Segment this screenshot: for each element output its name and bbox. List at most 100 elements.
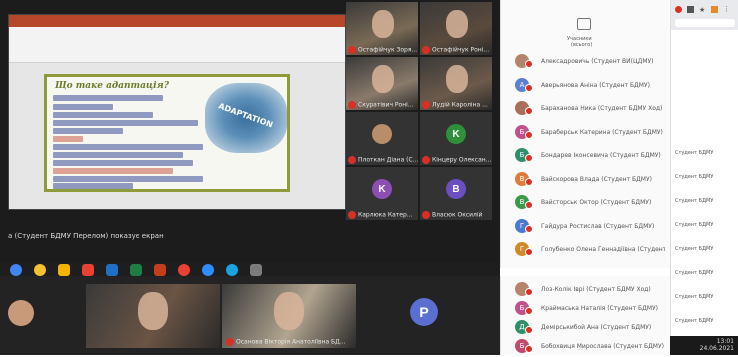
slide-text-line — [53, 183, 133, 189]
muted-mic-icon — [525, 248, 533, 256]
participant-name: Вайскорова Влада (Студент БДМУ) — [541, 175, 652, 183]
slide-text-line — [53, 160, 193, 166]
tab-icon[interactable] — [687, 6, 694, 13]
browser-list-item[interactable]: Студент БДМУ — [675, 150, 737, 156]
chrome-icon[interactable] — [10, 264, 22, 276]
participant-avatar: B — [446, 179, 466, 199]
participant-name: Бараберськ Катерина (Студент БДМУ) — [541, 128, 663, 136]
participant-row[interactable]: Лоз-Колік Іврі (Студент БДМУ Ход) — [505, 280, 667, 300]
participant-tile[interactable]: Плоткан Діана (С... — [346, 112, 418, 165]
participant-label: Власюк Оксилій — [422, 211, 492, 219]
browser-list-item[interactable]: Студент БДМУ — [675, 198, 737, 204]
slide-text-line — [53, 136, 83, 142]
participant-row[interactable]: В Вайскорова Влада (Студент БДМУ) — [505, 170, 667, 190]
participant-row[interactable]: Бараханова Ника (Студент БДМУ Ход) — [505, 99, 667, 119]
excel-icon[interactable] — [130, 264, 142, 276]
extension-icon[interactable] — [711, 6, 718, 13]
participant-label: Плоткан Діана (С... — [348, 156, 418, 164]
participant-row[interactable]: Б Бобохвиця Мирослава (Студент БДМУ) — [505, 337, 667, 357]
participant-row[interactable]: Д Демірськибой Ана (Студент БДМУ) — [505, 318, 667, 338]
muted-mic-icon — [525, 130, 533, 139]
menu-icon[interactable]: ⋮ — [723, 5, 730, 13]
muted-mic-icon — [348, 101, 356, 109]
participants-subheader: (всього) — [571, 42, 593, 48]
word-icon[interactable] — [106, 264, 118, 276]
system-clock: 13:01 24.06.2021 — [670, 336, 738, 355]
participant-row[interactable]: Б Бараберськ Катерина (Студент БДМУ) — [505, 123, 667, 143]
participant-row[interactable]: ГГолубенко Олена Геннадіївна (Студент БД… — [505, 240, 667, 260]
folder-icon[interactable] — [58, 264, 70, 276]
participant-name: Скуратівич Роні... — [358, 101, 414, 109]
participant-row[interactable]: Б Краймаська Наталія (Студент БДМУ) — [505, 299, 667, 319]
participant-row[interactable]: Алексадровичь (Студент ВИ(ЦДМУ) — [505, 52, 667, 72]
browser-list-item[interactable]: Студент БДМУ — [675, 318, 737, 324]
app-icon[interactable] — [178, 264, 190, 276]
muted-mic-icon — [525, 307, 533, 315]
powerpoint-icon[interactable] — [154, 264, 166, 276]
participant-name: Демірськибой Ана (Студент БДМУ) — [541, 324, 652, 331]
participant-tile[interactable]: B Власюк Оксилій — [420, 167, 492, 220]
browser-list-item[interactable]: Студент БДМУ — [675, 270, 737, 276]
app-icon[interactable] — [34, 264, 46, 276]
presentation-slide: Що таке адаптація? ADAPTATION — [44, 74, 290, 192]
muted-mic-icon — [525, 345, 533, 353]
participant-avatar: K — [372, 179, 392, 199]
zoom-icon[interactable] — [202, 264, 214, 276]
slide-text-line — [53, 95, 163, 101]
browser-tabs: ★ ⋮ — [671, 0, 738, 30]
slide-text-line — [53, 120, 198, 126]
participant-name: Аверьянова Аніна (Студент БДМУ) — [541, 81, 650, 89]
participant-tile[interactable] — [86, 284, 220, 348]
participant-name: Вайсторськ Октор (Студент БДМУ) — [541, 199, 652, 206]
participant-tile[interactable]: Остафійчук Зоря... — [346, 2, 418, 55]
participant-avatar: P — [410, 298, 438, 326]
participant-tile[interactable]: Скуратівич Роні... — [346, 57, 418, 110]
opera-icon[interactable] — [675, 6, 682, 13]
browser-list-item[interactable]: Студент БДМУ — [675, 174, 737, 180]
participants-icon — [577, 18, 591, 30]
share-status-text: а (Студент БДМУ Перелом) показує екран — [8, 232, 164, 240]
participant-name: Карлюка Катер... — [358, 211, 413, 219]
participant-video — [138, 292, 168, 330]
address-bar[interactable] — [675, 19, 735, 27]
slide-text-line — [53, 168, 173, 174]
participant-tile[interactable]: P — [358, 284, 492, 348]
participant-label: Лудій Кароліна ... — [422, 101, 492, 109]
browser-window: ★ ⋮ Студент БДМУ Студент БДМУ Студент БДМУ… — [670, 0, 738, 355]
participant-label: Осанова Вікторія Анатоліївна БД... — [226, 338, 354, 346]
muted-mic-icon — [525, 154, 533, 162]
participant-name: Краймаська Наталія (Студент БДМУ) — [541, 305, 658, 312]
app-icon[interactable] — [250, 264, 262, 276]
browser-list-item[interactable]: Студент БДМУ — [675, 222, 737, 228]
muted-mic-icon — [525, 224, 533, 233]
slide-text-line — [53, 152, 183, 158]
slide-text-line — [53, 176, 203, 182]
participant-tile[interactable]: Остафійчук Роні... — [420, 2, 492, 55]
participant-name: Голубенко Олена Геннадіївна (Студент БДМ… — [541, 246, 665, 253]
participant-tile[interactable]: K Кінцеру Олексан... — [420, 112, 492, 165]
participant-video — [372, 65, 394, 93]
star-icon[interactable]: ★ — [699, 6, 705, 14]
skype-icon[interactable] — [226, 264, 238, 276]
participant-row[interactable]: В Вайсторськ Октор (Студент БДМУ) — [505, 193, 667, 213]
muted-mic-icon — [525, 288, 533, 296]
slide-text-line — [53, 104, 113, 110]
participant-name: Остафійчук Зоря... — [358, 46, 418, 54]
participant-row[interactable]: А Аверьянова Аніна (Студент БДМУ) — [505, 76, 667, 96]
app-icon[interactable] — [82, 264, 94, 276]
participant-tile[interactable]: Лудій Кароліна ... — [420, 57, 492, 110]
participant-name: Бобохвиця Мирослава (Студент БДМУ) — [541, 343, 664, 350]
participant-row[interactable]: Г Гайдура Ростислав (Студент БДМУ) — [505, 217, 667, 237]
participant-name: Плоткан Діана (С... — [358, 156, 418, 164]
participant-name: Остафійчук Роні... — [432, 46, 490, 54]
muted-mic-icon — [348, 46, 356, 54]
browser-list-item[interactable]: Студент БДМУ — [675, 294, 737, 300]
participant-photo — [372, 124, 392, 144]
browser-list-item[interactable]: Студент БДМУ — [675, 246, 737, 252]
participant-tile[interactable]: Осанова Вікторія Анатоліївна БД... — [222, 284, 356, 348]
participant-tile[interactable]: K Карлюка Катер... — [346, 167, 418, 220]
participant-row[interactable]: Б Бондарев Іконсевича (Студент БДМУ) — [505, 146, 667, 166]
participant-name: Алексадровичь (Студент ВИ(ЦДМУ) — [541, 58, 654, 65]
participant-video — [274, 292, 304, 330]
participant-name: Осанова Вікторія Анатоліївна БД... — [236, 338, 346, 346]
